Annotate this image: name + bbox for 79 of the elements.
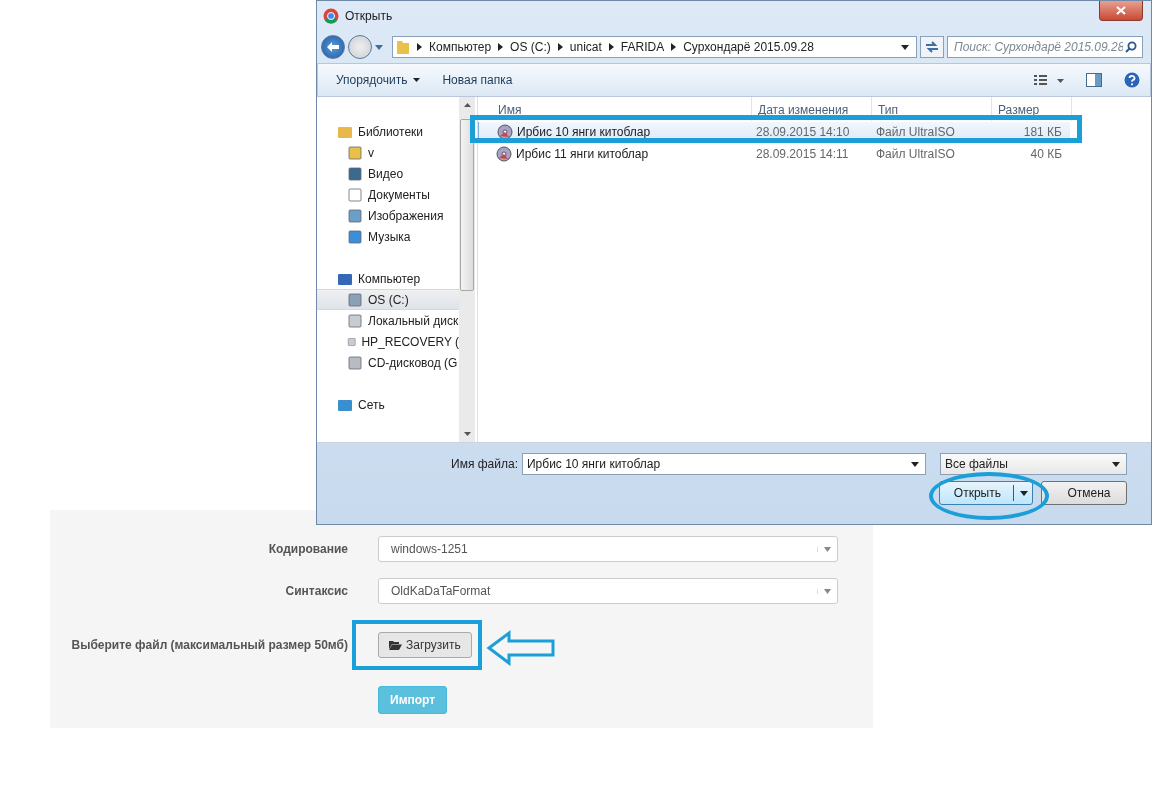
help-icon [1124,72,1140,88]
breadcrumb-item[interactable]: unicat [569,40,602,54]
breadcrumb-item[interactable]: Сурхондарё 2015.09.28 [683,40,814,54]
field-label: Имя файла: [451,457,518,471]
disc-image-icon [496,146,512,162]
chevron-icon [608,43,614,51]
folder-icon [389,640,402,650]
nav-item[interactable]: Локальный диск [317,310,459,331]
breadcrumb-item[interactable]: Компьютер [429,40,492,54]
nav-item[interactable]: v [317,142,459,163]
caret-icon [910,461,919,467]
caret-icon [1112,461,1120,467]
window-title: Открыть [345,9,393,23]
nav-item[interactable]: Изображения [317,205,459,226]
scrollbar[interactable] [459,97,475,442]
nav-item[interactable]: Компьютер [317,268,459,289]
nav-item[interactable]: Музыка [317,226,459,247]
nav-icon [347,312,363,329]
nav-item[interactable]: Видео [317,163,459,184]
chevron-icon [557,43,563,51]
file-type-select[interactable]: Все файлы [939,453,1127,475]
nav-item[interactable]: CD-дисковод (G [317,352,459,373]
refresh-button[interactable] [920,36,944,58]
scroll-down-arrow-icon[interactable] [463,432,471,436]
select-field[interactable]: OldKaDaTaFormat [378,578,838,604]
chevron-icon [417,43,422,51]
close-button[interactable] [1099,1,1143,21]
caret-icon [1020,490,1028,496]
refresh-arrows-icon [925,41,939,53]
open-button[interactable]: Открыть [938,481,1033,505]
app-icon [323,8,339,24]
caret-icon [817,588,831,594]
nav-icon [347,291,363,308]
filename-field[interactable]: Ирбис 10 янги китоблар [521,453,926,475]
column-header[interactable]: Тип [872,97,992,121]
cancel-button[interactable]: Отмена [1041,481,1127,505]
disc-image-icon [497,124,513,140]
nav-icon [347,207,363,224]
arrow-annotation [486,630,556,666]
nav-icon [347,144,363,161]
upload-button[interactable]: Загрузить [378,632,472,658]
address-field[interactable]: Компьютер OS (C:) unicat FARIDA Сурхондарё 2015.09.28 [392,36,917,58]
caret-icon [413,78,421,82]
field-label: Выберите файл (максимальный размер 50мб) [70,638,348,652]
caret-icon [817,546,831,552]
caret-icon [901,44,909,50]
forward-button[interactable] [348,35,372,59]
pane-icon [1086,73,1102,87]
file-row[interactable]: Ирбис 10 янги китоблар 28.09.2015 14:10 Файл UltraISO 181 КБ [478,121,1151,143]
list-view-icon [1034,74,1064,86]
file-row[interactable]: Ирбис 11 янги китоблар 28.09.2015 14:11 Файл UltraISO 40 КБ [478,143,1151,165]
column-header[interactable]: Имя [480,97,752,121]
column-header[interactable]: Размер [992,97,1072,121]
toolbar-button[interactable]: Упорядочить [332,71,425,89]
select-field[interactable]: windows-1251 [378,536,838,562]
search-icon [1125,41,1137,53]
nav-item[interactable]: Библиотеки [317,121,459,142]
nav-icon [347,228,363,245]
back-arrow-icon [326,41,340,53]
chevron-icon [498,43,504,51]
nav-icon [347,186,363,203]
back-button[interactable] [321,35,345,59]
nav-item[interactable]: Документы [317,184,459,205]
nav-item[interactable]: HP_RECOVERY ( [317,331,459,352]
nav-item[interactable]: Сеть [317,394,459,415]
field-label: Синтаксис [284,584,348,598]
chevron-icon [671,43,677,51]
close-icon [1116,6,1126,15]
column-header[interactable]: Дата изменения [752,97,872,121]
breadcrumb-item[interactable]: OS (C:) [510,40,551,54]
toolbar-button[interactable]: Новая папка [438,71,517,89]
caret-icon [375,44,383,50]
scroll-up-arrow-icon[interactable] [463,103,471,107]
nav-item[interactable]: OS (C:) [317,289,459,310]
nav-icon [347,165,363,182]
breadcrumb-item[interactable]: FARIDA [620,40,665,54]
field-label: Кодирование [267,542,348,556]
nav-icon [347,354,363,371]
folder-icon [396,39,410,55]
